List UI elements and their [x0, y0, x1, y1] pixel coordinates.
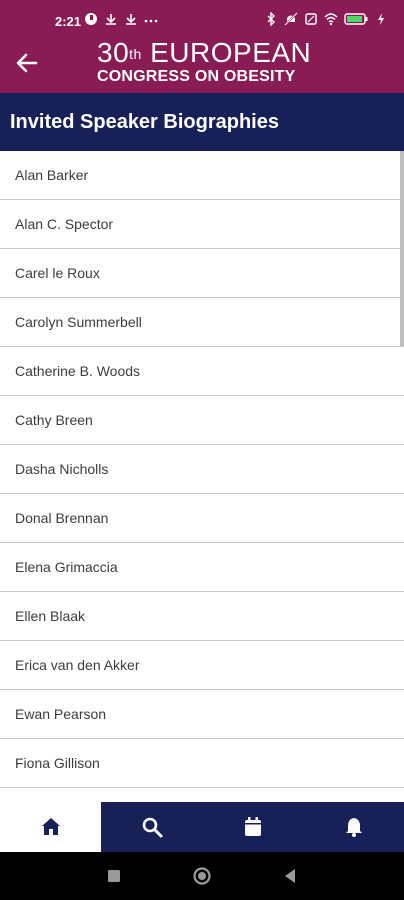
- back-triangle-icon[interactable]: [280, 866, 300, 886]
- list-item[interactable]: Carel le Roux: [0, 249, 404, 298]
- charging-icon: [378, 13, 384, 25]
- speaker-list[interactable]: Alan Barker Alan C. Spector Carel le Rou…: [0, 151, 404, 802]
- list-item[interactable]: Elena Grimaccia: [0, 543, 404, 592]
- list-item[interactable]: Fiona Gillison: [0, 739, 404, 788]
- list-item[interactable]: Erica van den Akker: [0, 641, 404, 690]
- download-icon: [126, 14, 136, 25]
- bottom-tab-bar: [0, 802, 404, 852]
- brand-word: EUROPEAN: [150, 37, 312, 68]
- mute-icon: [284, 12, 298, 26]
- page-title-bar: Invited Speaker Biographies: [0, 93, 404, 151]
- page-title: Invited Speaker Biographies: [10, 111, 279, 133]
- status-right-icons: [264, 12, 388, 26]
- recent-apps-icon[interactable]: [104, 866, 124, 886]
- tab-notifications[interactable]: [303, 802, 404, 852]
- system-nav-bar: [0, 852, 404, 900]
- calendar-icon: [244, 817, 261, 836]
- download-icon: [106, 14, 116, 25]
- list-item[interactable]: Dasha Nicholls: [0, 445, 404, 494]
- sim-icon: [305, 13, 317, 25]
- brand-ordinal: th: [129, 46, 142, 62]
- tab-home[interactable]: [0, 802, 101, 852]
- bell-icon: [345, 818, 362, 837]
- wifi-icon: [324, 13, 338, 26]
- brand-line1: 30th EUROPEAN: [97, 39, 317, 67]
- tab-calendar[interactable]: [202, 802, 303, 852]
- list-scrollbar[interactable]: [400, 151, 404, 346]
- notification-icon: [85, 13, 97, 25]
- tab-search[interactable]: [101, 802, 202, 852]
- list-item[interactable]: Alan Barker: [0, 151, 404, 200]
- status-left-icons: [84, 12, 158, 26]
- home-circle-icon[interactable]: [192, 866, 212, 886]
- home-icon: [41, 818, 60, 835]
- list-item[interactable]: Catherine B. Woods: [0, 347, 404, 396]
- app-header: 2:21 30th EUROPEAN CONGRESS ON OBESITY: [0, 0, 404, 93]
- status-bar: 2:21: [0, 8, 404, 36]
- brand-number: 30: [97, 37, 130, 68]
- bluetooth-icon: [267, 12, 275, 26]
- brand-line2: CONGRESS ON OBESITY: [97, 68, 296, 85]
- more-dots-icon: [144, 19, 158, 23]
- list-item[interactable]: Cathy Breen: [0, 396, 404, 445]
- battery-icon: [344, 13, 368, 25]
- search-icon: [142, 817, 162, 838]
- list-item[interactable]: Ellen Blaak: [0, 592, 404, 641]
- list-item[interactable]: Carolyn Summerbell: [0, 298, 404, 347]
- brand-logo: 30th EUROPEAN CONGRESS ON OBESITY: [97, 39, 317, 86]
- list-item[interactable]: Ewan Pearson: [0, 690, 404, 739]
- status-time: 2:21: [55, 14, 82, 29]
- arrow-left-icon[interactable]: [14, 50, 40, 76]
- list-item[interactable]: Donal Brennan: [0, 494, 404, 543]
- list-item[interactable]: Alan C. Spector: [0, 200, 404, 249]
